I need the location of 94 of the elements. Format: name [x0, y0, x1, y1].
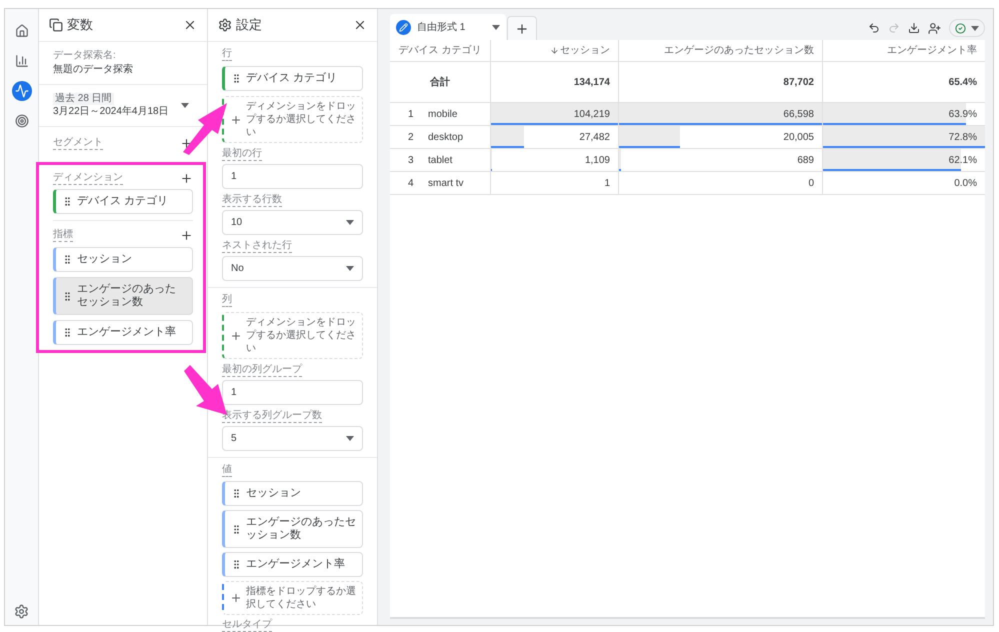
target-icon	[14, 114, 28, 128]
variable-chip[interactable]: デバイス カテゴリ	[53, 189, 193, 214]
table-cell-text: 72.8%	[948, 130, 977, 144]
panel-title: 設定	[236, 16, 262, 34]
drag-handle-icon	[231, 559, 242, 570]
close-icon[interactable]	[353, 18, 367, 32]
drag-handle-icon	[62, 290, 73, 302]
settings-icon	[218, 18, 232, 32]
check-circle-icon	[955, 22, 966, 34]
variable-chip[interactable]: セッション	[222, 481, 363, 506]
dropdown[interactable]: 10	[222, 210, 363, 235]
add-icon[interactable]	[180, 229, 193, 242]
plus-icon	[230, 330, 242, 342]
table-cell-text: 66,598	[783, 108, 814, 122]
row-number: 3	[407, 154, 415, 168]
table-cell-text: 20,005	[783, 130, 814, 144]
table-cell-text: 63.9%	[948, 108, 977, 122]
section-label: 値	[222, 464, 232, 477]
variable-chip[interactable]: エンゲージのあったセッション数	[222, 510, 363, 548]
row-number: 4	[407, 176, 415, 190]
field-label: ネストされた行	[222, 240, 292, 253]
column-header[interactable]: エンゲージメント率	[822, 40, 985, 62]
add-icon[interactable]	[180, 137, 193, 150]
totals-label: 合計	[430, 76, 450, 90]
caret-icon	[346, 220, 354, 225]
drag-handle-icon	[231, 488, 242, 499]
table-cell-text: 1	[604, 176, 610, 190]
field-label: 最初の行	[222, 148, 262, 161]
drag-handle-icon	[62, 327, 73, 338]
exploration-name[interactable]: 無題のデータ探索	[53, 63, 193, 76]
share-icon[interactable]	[928, 22, 941, 34]
drag-handle-icon	[62, 196, 73, 207]
variable-chip[interactable]: デバイス カテゴリ	[222, 66, 363, 91]
plus-icon	[230, 592, 242, 604]
table-cell-text: 104,219	[574, 108, 610, 122]
column-header[interactable]: セッション	[490, 40, 618, 62]
variable-chip[interactable]: エンゲージメント率	[222, 552, 363, 577]
table-cell-text: 27,482	[579, 130, 610, 144]
caret-icon	[180, 103, 189, 108]
table-cell-text: 0	[808, 176, 814, 190]
field-label: 表示する行数	[222, 194, 282, 207]
section-label: 行	[222, 48, 232, 61]
section-label: セルタイプ	[222, 619, 272, 632]
pencil-icon	[396, 20, 411, 34]
undo-icon[interactable]	[868, 22, 880, 34]
close-icon[interactable]	[183, 18, 197, 32]
add-icon[interactable]	[180, 172, 193, 185]
section-label: 列	[222, 294, 232, 307]
section-label: 指標	[53, 229, 73, 242]
settings-icon[interactable]	[14, 604, 29, 619]
table-cell-text: 689	[797, 154, 814, 168]
variables-icon	[49, 18, 63, 32]
tab[interactable]: 自由形式 1	[390, 14, 506, 40]
plus-icon	[515, 22, 529, 36]
drag-handle-icon	[62, 254, 73, 265]
date-range-picker[interactable]: 過去 28 日間 3月22日～2024年4月18日	[39, 85, 207, 127]
status-button[interactable]	[949, 19, 985, 37]
drop-zone[interactable]: 指標をドロップするか選択してください	[222, 581, 363, 615]
field-label: データ探索名:	[53, 50, 117, 62]
field-label: 最初の列グループ	[222, 364, 302, 377]
dropdown[interactable]: 5	[222, 426, 363, 451]
input-field[interactable]: 1	[222, 380, 363, 405]
home-icon	[14, 24, 28, 38]
caret-icon	[346, 436, 354, 441]
table-cell-text: tablet	[428, 154, 452, 168]
table-cell-text: mobile	[428, 108, 458, 122]
table-cell-text: 0.0%	[954, 176, 977, 190]
variable-chip[interactable]: エンゲージのあったセッション数	[53, 277, 193, 315]
add-tab-button[interactable]	[507, 16, 537, 40]
caret-icon	[971, 26, 979, 30]
caret-icon	[492, 24, 500, 30]
caret-icon	[346, 266, 354, 271]
drag-handle-icon	[231, 524, 242, 534]
table-cell-text: 1,109	[584, 154, 610, 168]
panel-title: 変数	[67, 16, 93, 34]
row-number: 2	[407, 130, 415, 144]
column-header[interactable]: デバイス カテゴリ	[390, 40, 490, 62]
section-label: セグメント	[53, 137, 103, 150]
variable-chip[interactable]: セッション	[53, 247, 193, 272]
plus-icon	[230, 114, 242, 126]
drop-zone[interactable]: ディメンションをドロップするか選択してください	[222, 312, 363, 359]
table-cell-text: desktop	[428, 130, 464, 144]
variable-chip[interactable]: エンゲージメント率	[53, 320, 193, 345]
drag-handle-icon	[231, 73, 242, 84]
download-icon[interactable]	[908, 22, 920, 34]
section-label: ディメンション	[53, 172, 123, 185]
nav-button[interactable]	[12, 81, 32, 101]
input-field[interactable]: 1	[222, 164, 363, 189]
column-header[interactable]: エンゲージのあったセッション数	[618, 40, 822, 62]
row-number: 1	[407, 108, 415, 122]
bar-chart-icon	[14, 54, 28, 68]
table-cell-text: 62.1%	[948, 154, 977, 168]
dropdown[interactable]: No	[222, 256, 363, 281]
table-cell-text: smart tv	[428, 176, 464, 190]
